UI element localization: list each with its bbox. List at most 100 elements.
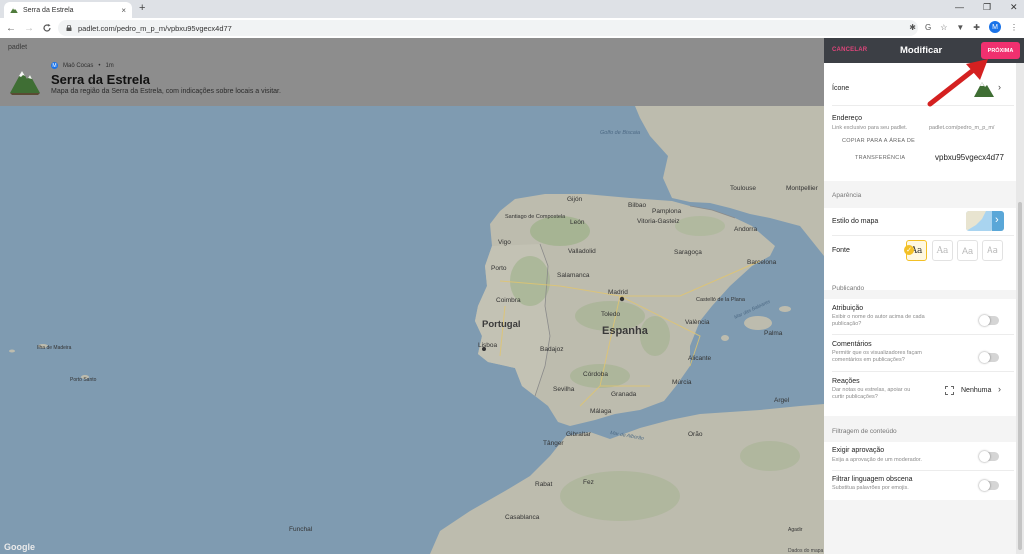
map-style-thumbnail[interactable]: › <box>966 211 1004 231</box>
browser-tabstrip: Serra da Estrela × + — ❐ ✕ <box>0 0 1024 18</box>
extension-filter-icon[interactable]: ▼ <box>956 23 964 32</box>
browser-tab[interactable]: Serra da Estrela × <box>4 2 132 18</box>
profanity-sub: Substitua palavrões por emojis. <box>832 485 909 491</box>
address-label: Endereço <box>832 115 862 122</box>
browser-menu-icon[interactable]: ⋮ <box>1010 23 1018 32</box>
window-close-icon[interactable]: ✕ <box>1010 2 1018 13</box>
country-label-espanha: Espanha <box>602 325 649 337</box>
map-canvas[interactable]: Portugal Espanha Golfo de Biscaia Mar da… <box>0 106 824 554</box>
reactions-sub2: curtir publicações? <box>832 394 878 400</box>
url-text: padlet.com/pedro_m_p_m/vpbxu95vgecx4d77 <box>78 23 232 33</box>
tab-title: Serra da Estrela <box>23 6 74 14</box>
city-label: Toulouse <box>730 185 756 192</box>
modify-panel: CANCELAR Modificar PRÓXIMA Ícone › Ender… <box>824 38 1024 554</box>
forward-arrow-icon[interactable]: → <box>20 23 38 34</box>
city-label: Castelló de la Plana <box>696 297 746 303</box>
divider <box>832 371 1014 372</box>
city-label: Casablanca <box>505 514 540 521</box>
reactions-none-icon <box>945 386 954 395</box>
attribution-toggle[interactable] <box>979 315 999 326</box>
city-label: Montpellier <box>786 185 819 192</box>
city-label: Tânger <box>543 440 564 447</box>
reload-icon[interactable] <box>42 23 52 33</box>
approval-toggle[interactable] <box>979 451 999 462</box>
restore-icon[interactable]: ❐ <box>983 2 991 13</box>
font-option-3[interactable]: Aa <box>957 240 978 261</box>
author-name: Maô Cocas <box>63 62 94 69</box>
back-arrow-icon[interactable]: ← <box>2 23 20 34</box>
capital-dot <box>482 347 486 351</box>
tab-close-icon[interactable]: × <box>121 6 126 15</box>
font-option-2[interactable]: Aa <box>932 240 953 261</box>
author-avatar[interactable]: M <box>51 62 58 69</box>
city-label: València <box>685 319 710 326</box>
city-label: Córdoba <box>583 371 608 378</box>
mountain-favicon-icon <box>10 7 18 13</box>
posted-time: 1m <box>105 62 114 69</box>
approval-sub: Exija a aprovação de um moderador. <box>832 457 922 463</box>
extensions-puzzle-icon[interactable]: ✚ <box>973 23 980 32</box>
extension-g-icon[interactable]: G <box>925 23 931 32</box>
filtering-section-title: Filtragem de conteúdo <box>832 428 897 435</box>
map-attribution[interactable]: Dados do mapa <box>788 548 824 554</box>
font-options: ✓ Aa Aa Aa Aa <box>904 240 1014 262</box>
panel-scrollbar-thumb[interactable] <box>1018 202 1022 550</box>
comments-sub2: comentários em publicações? <box>832 357 905 363</box>
city-label: Sevilha <box>553 386 575 393</box>
cancel-button[interactable]: CANCELAR <box>832 47 867 53</box>
divider <box>832 334 1014 335</box>
city-label: Ilha de Madeira <box>37 345 72 351</box>
city-label: Argel <box>774 397 790 404</box>
attribution-sub1: Exibir o nome do autor acima de cada <box>832 314 925 320</box>
extension-bug-icon[interactable]: ✱ <box>909 23 916 32</box>
padlet-description: Mapa da região da Serra da Estrela, com … <box>51 88 281 95</box>
city-label: Granada <box>611 391 637 398</box>
city-label: Valladolid <box>568 248 596 255</box>
city-label: Coimbra <box>496 297 521 304</box>
copy-button-line1[interactable]: COPIAR PARA A ÁREA DE <box>842 138 915 144</box>
city-label: Toledo <box>601 311 621 318</box>
attribution-label: Atribuição <box>832 305 864 312</box>
appearance-card: Estilo do mapa › Fonte ✓ Aa Aa Aa Aa <box>824 208 1016 290</box>
icon-label: Ícone <box>832 85 850 92</box>
padlet-logo[interactable]: padlet <box>8 44 27 51</box>
capital-dot <box>619 296 625 302</box>
divider <box>832 235 1014 236</box>
profile-avatar[interactable]: M <box>989 21 1001 33</box>
filtering-card: Exigir aprovação Exija a aprovação de um… <box>824 442 1016 500</box>
font-option-4[interactable]: Aa <box>982 240 1003 261</box>
font-option-1[interactable]: ✓ Aa <box>904 240 927 261</box>
approval-label: Exigir aprovação <box>832 447 885 454</box>
reactions-sub1: Dar notas ou estrelas, apoiar ou <box>832 387 911 393</box>
city-label: Badajoz <box>540 346 564 353</box>
extension-icons: ✱ G ☆ ▼ ✚ M ⋮ <box>909 21 1018 33</box>
city-label: Rabat <box>535 481 553 488</box>
reactions-value[interactable]: Nenhuma <box>961 387 991 394</box>
city-label: Funchal <box>289 526 313 533</box>
padlet-title: Serra da Estrela <box>51 72 151 87</box>
address-bar[interactable]: padlet.com/pedro_m_p_m/vpbxu95vgecx4d77 <box>58 20 918 36</box>
new-tab-button[interactable]: + <box>139 2 145 14</box>
city-label: Gibraltar <box>566 431 592 438</box>
sea-label-biscaia: Golfo de Biscaia <box>600 130 640 136</box>
city-label: Madrid <box>608 289 628 296</box>
publishing-section-title: Publicando <box>832 285 865 292</box>
profanity-toggle[interactable] <box>979 480 999 491</box>
panel-title: Modificar <box>900 45 943 56</box>
reactions-chevron-icon[interactable]: › <box>998 384 1001 394</box>
comments-sub1: Permitir que os visualizadores façam <box>832 350 922 356</box>
city-label: Salamanca <box>557 272 590 279</box>
comments-toggle[interactable] <box>979 352 999 363</box>
lock-icon <box>66 25 72 31</box>
slug-input[interactable]: vpbxu95vgecx4d77 <box>935 153 1004 162</box>
city-label: Saragoça <box>674 249 702 256</box>
panel-body: Ícone › Endereço Link exclusivo para seu… <box>824 63 1016 554</box>
bookmark-star-icon[interactable]: ☆ <box>940 23 947 32</box>
copy-button-line2[interactable]: TRANSFERÊNCIA <box>855 155 905 161</box>
city-label: Palma <box>764 330 783 337</box>
minimize-icon[interactable]: — <box>955 2 964 12</box>
font-label: Fonte <box>832 247 850 254</box>
padlet-page: padlet M Maô Cocas • 1m Serra da Estrela… <box>0 38 824 554</box>
city-label: Barcelona <box>747 259 777 266</box>
icon-chevron-icon[interactable]: › <box>998 82 1001 92</box>
